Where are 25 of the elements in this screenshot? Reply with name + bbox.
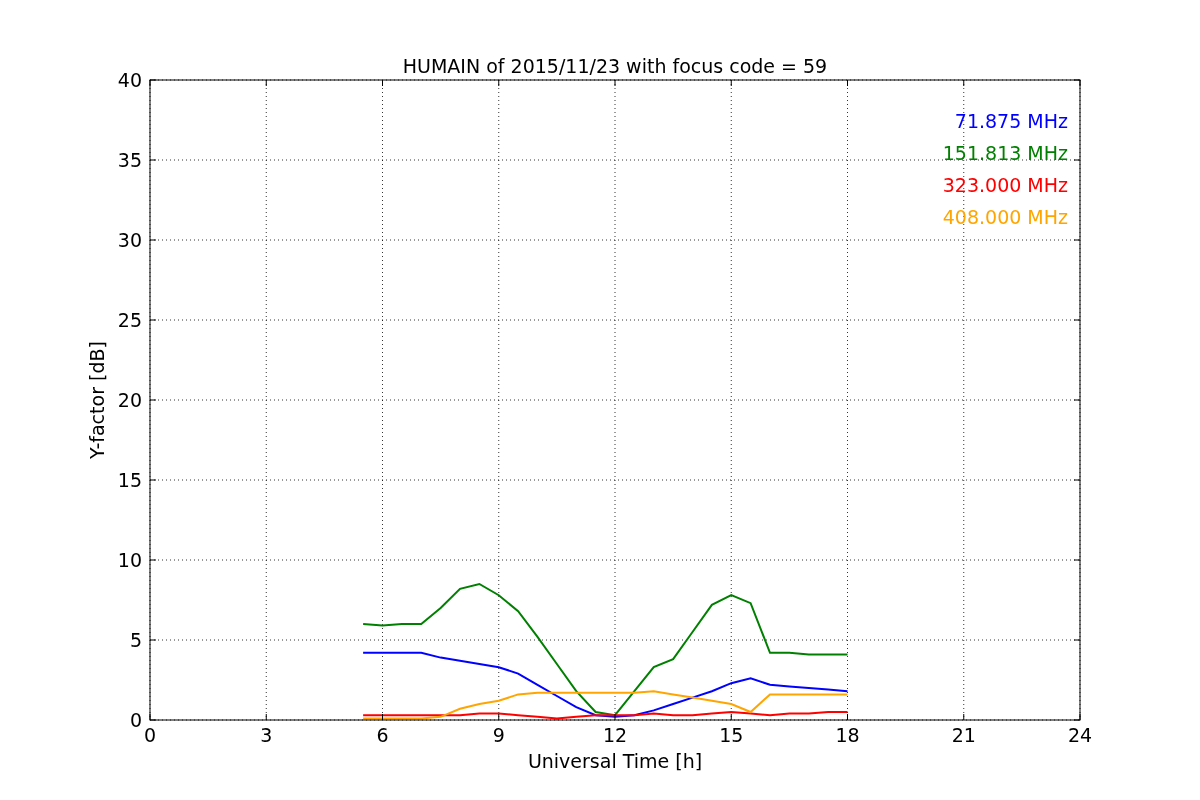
y-axis-label: Y-factor [dB]	[86, 341, 108, 459]
x-tick-label: 18	[835, 724, 860, 746]
x-tick-label: 15	[719, 724, 744, 746]
legend-label: 408.000 MHz	[942, 206, 1068, 228]
chart-title: HUMAIN of 2015/11/23 with focus code = 59	[402, 55, 828, 77]
y-tick-label: 15	[117, 469, 142, 491]
x-tick-label: 9	[492, 724, 505, 746]
x-axis-label: Universal Time [h]	[527, 750, 703, 772]
y-tick-label: 35	[117, 149, 142, 171]
x-tick-label: 24	[1067, 724, 1093, 746]
legend-label: 71.875 MHz	[954, 110, 1068, 132]
legend-label: 323.000 MHz	[942, 174, 1068, 196]
x-tick-label: 0	[143, 724, 157, 746]
legend-label: 151.813 MHz	[942, 142, 1068, 164]
x-tick-label: 12	[602, 724, 628, 746]
y-tick-label: 0	[129, 709, 142, 731]
y-tick-label: 20	[117, 389, 142, 411]
x-tick-label: 6	[376, 724, 389, 746]
y-tick-label: 30	[117, 229, 142, 251]
x-tick-label: 21	[951, 724, 976, 746]
y-tick-label: 5	[129, 629, 142, 651]
y-tick-label: 25	[117, 309, 142, 331]
x-tick-label: 3	[260, 724, 273, 746]
y-tick-label: 10	[117, 549, 142, 571]
y-tick-label: 40	[117, 69, 142, 91]
